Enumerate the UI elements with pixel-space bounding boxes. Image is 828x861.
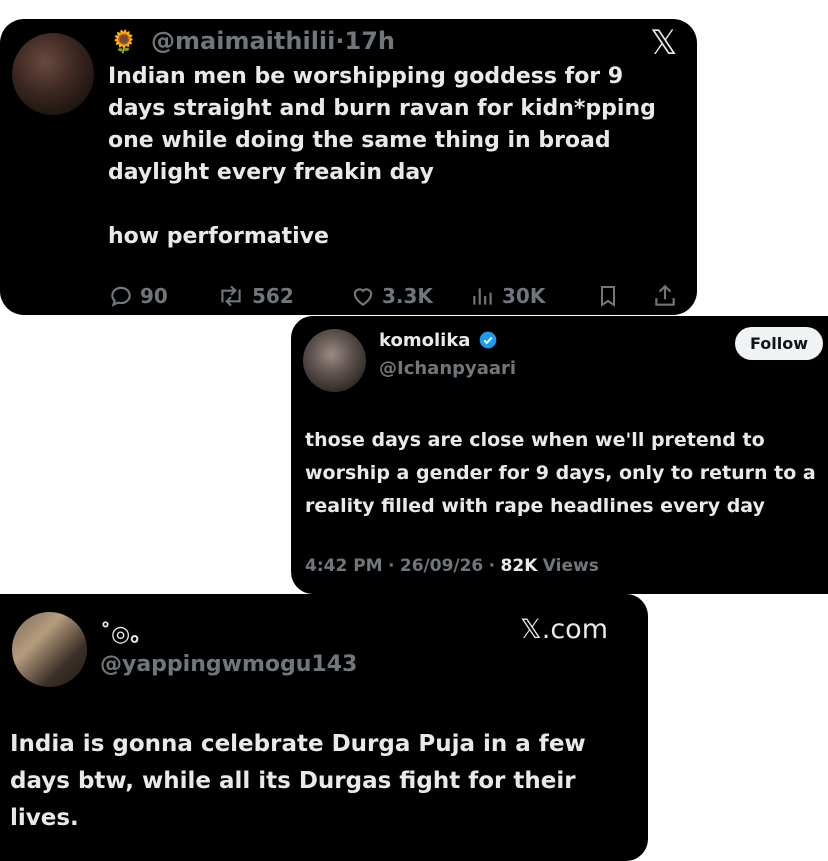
tweet-actions: 90 562 3.3K 30K — [108, 283, 688, 313]
bookmark-button[interactable] — [596, 283, 620, 309]
share-icon — [655, 284, 675, 306]
repost-count: 562 — [252, 284, 294, 308]
handle[interactable]: @yappingwmogu143 — [100, 652, 357, 677]
heart-icon — [353, 288, 373, 306]
tweet-header: 🌻 @maimaithilii·17h — [110, 27, 395, 55]
views-count: 30K — [502, 284, 546, 308]
x-com-logo[interactable]: 𝕏.com — [520, 614, 608, 645]
date[interactable]: 26/09/26 — [400, 556, 483, 576]
repost-icon — [221, 285, 241, 307]
avatar[interactable] — [303, 329, 366, 392]
timestamp[interactable]: 4:42 PM — [305, 556, 383, 576]
analytics-icon — [473, 288, 492, 305]
verified-badge-icon — [479, 331, 497, 348]
views-button[interactable]: 30K — [470, 283, 545, 309]
tweet-meta: 4:42 PM · 26/09/26 · 82K Views — [305, 556, 599, 576]
bookmark-icon — [601, 286, 615, 307]
separator: · — [335, 27, 345, 55]
timestamp[interactable]: 17h — [345, 27, 395, 55]
tweet-text: Indian men be worshipping goddess for 9 … — [108, 64, 656, 249]
sunflower-emoji: 🌻 — [110, 30, 138, 55]
repost-button[interactable]: 562 — [216, 283, 294, 309]
avatar[interactable] — [12, 612, 87, 687]
views-label: Views — [542, 556, 599, 576]
reply-count: 90 — [140, 284, 168, 308]
separator: · — [388, 556, 395, 576]
share-button[interactable] — [652, 283, 678, 309]
x-logo-icon[interactable]: 𝕏 — [650, 23, 677, 63]
avatar[interactable] — [12, 33, 94, 115]
like-button[interactable]: 3.3K — [350, 283, 433, 309]
tweet-card-komolika: komolika @Ichanpyaari Follow those days … — [291, 316, 828, 594]
separator: · — [488, 556, 496, 576]
reply-icon — [111, 286, 131, 307]
user-name-row: komolika — [379, 330, 498, 351]
tweet-card-maimaithilii: 🌻 @maimaithilii·17h 𝕏 Indian men be wors… — [0, 19, 697, 315]
follow-button[interactable]: Follow — [735, 327, 823, 360]
tweet-text: those days are close when we'll pretend … — [305, 429, 816, 517]
reply-button[interactable]: 90 — [108, 283, 168, 309]
display-name[interactable]: komolika — [379, 330, 470, 351]
like-count: 3.3K — [382, 284, 433, 308]
views-count: 82K — [500, 556, 538, 576]
display-name[interactable]: ˚◎。 — [100, 616, 152, 648]
handle[interactable]: @Ichanpyaari — [379, 358, 516, 379]
tweet-text: India is gonna celebrate Durga Puja in a… — [10, 731, 586, 831]
handle[interactable]: @maimaithilii — [151, 27, 335, 55]
tweet-card-yappingwmogu143: ˚◎。 @yappingwmogu143 𝕏.com India is gonn… — [0, 594, 648, 861]
